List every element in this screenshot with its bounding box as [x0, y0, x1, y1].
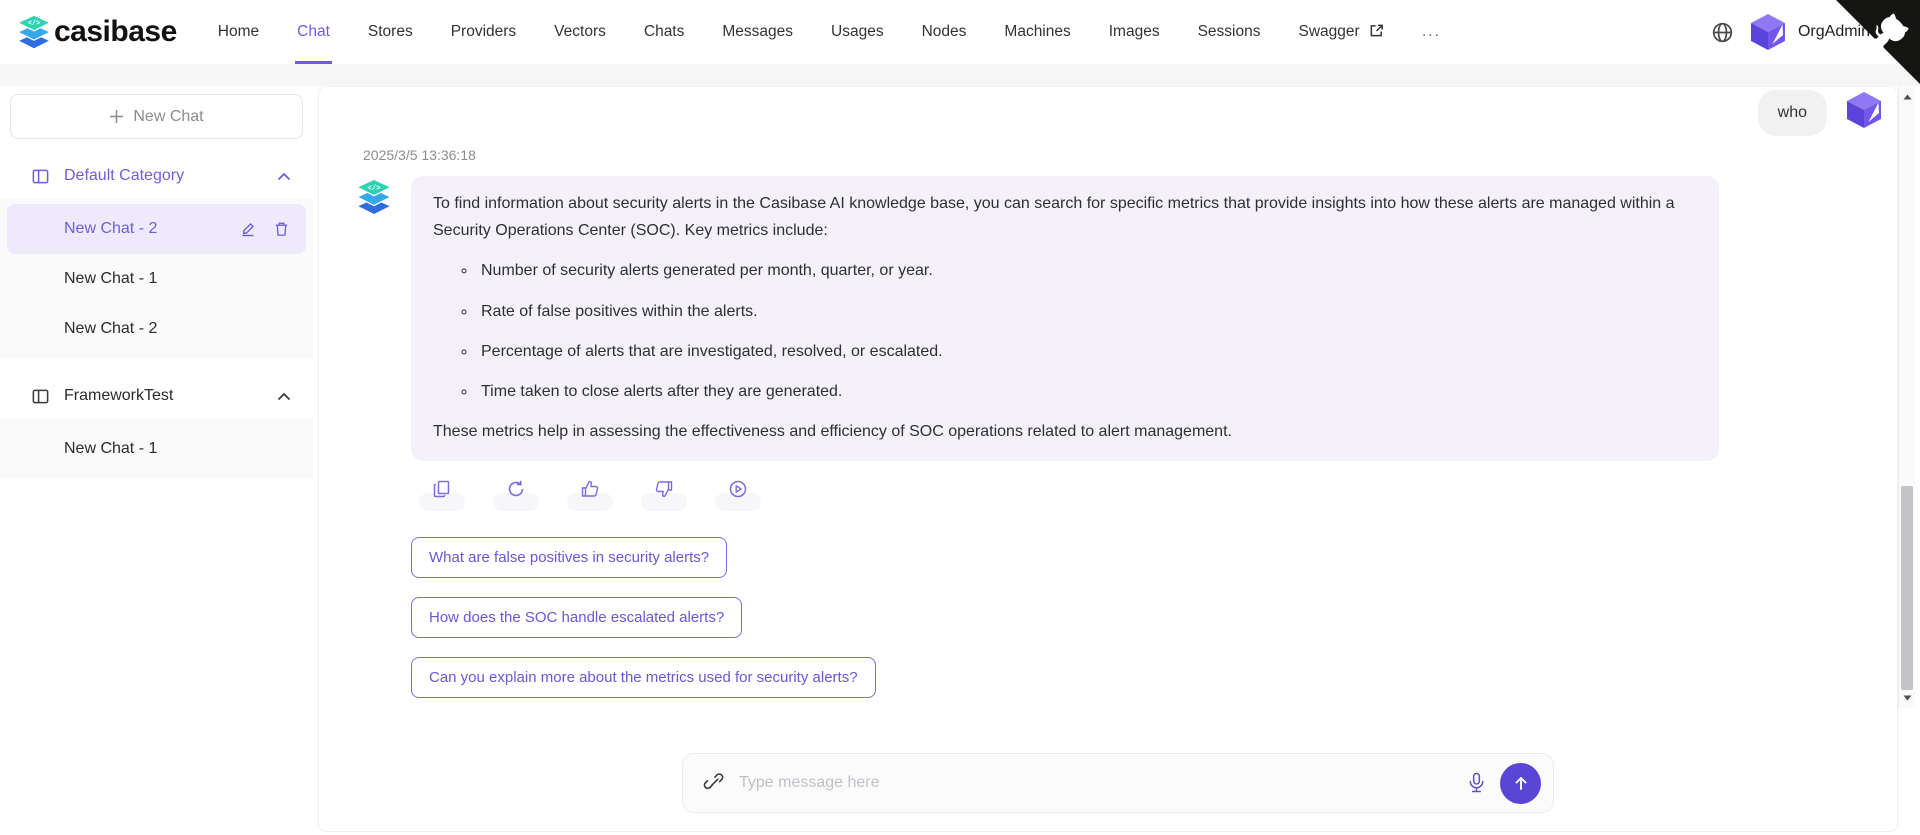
nav-swagger-label: Swagger	[1299, 23, 1360, 40]
suggestion-button[interactable]: How does the SOC handle escalated alerts…	[411, 597, 742, 638]
regenerate-button[interactable]	[493, 479, 539, 511]
bullet-item: Percentage of alerts that are investigat…	[477, 338, 1697, 365]
copy-button[interactable]	[419, 479, 465, 511]
nav-sessions[interactable]: Sessions	[1179, 0, 1280, 64]
assistant-avatar-casibase-icon: </>	[353, 176, 395, 218]
top-navbar: </> casibase Home Chat Stores Providers …	[0, 0, 1920, 64]
play-circle-icon	[728, 479, 748, 499]
chat-group-default: New Chat - 2 New Chat - 1 New Chat - 2	[0, 199, 313, 359]
read-aloud-button[interactable]	[715, 479, 761, 511]
category-default[interactable]: Default Category	[0, 153, 313, 199]
nav-chats[interactable]: Chats	[625, 0, 704, 64]
github-corner-octocat-icon[interactable]	[1836, 0, 1920, 84]
bullet-item: Rate of false positives within the alert…	[477, 298, 1697, 325]
nav-machines[interactable]: Machines	[985, 0, 1089, 64]
casibase-logo[interactable]: </> casibase	[14, 12, 177, 52]
scroll-down-arrow[interactable]	[1899, 689, 1916, 706]
suggestion-button[interactable]: Can you explain more about the metrics u…	[411, 657, 876, 698]
new-chat-label: New Chat	[133, 108, 203, 126]
arrow-up-icon	[1512, 774, 1530, 792]
category-frameworktest[interactable]: FrameworkTest	[0, 373, 313, 419]
chat-item[interactable]: New Chat - 1	[0, 254, 313, 304]
assistant-intro: To find information about security alert…	[433, 190, 1697, 244]
like-button[interactable]	[567, 479, 613, 511]
microphone-icon[interactable]	[1467, 772, 1486, 794]
chat-item-label: New Chat - 2	[64, 220, 239, 238]
nav-more[interactable]: ...	[1403, 0, 1460, 64]
external-link-icon	[1369, 23, 1384, 38]
nav-messages[interactable]: Messages	[703, 0, 812, 64]
assistant-message-row: </> To find information about security a…	[353, 176, 1719, 461]
suggestion-button[interactable]: What are false positives in security ale…	[411, 537, 727, 578]
nav-swagger[interactable]: Swagger	[1280, 0, 1404, 64]
nav-nodes[interactable]: Nodes	[903, 0, 986, 64]
user-message-bubble: who	[1758, 90, 1827, 136]
message-input[interactable]	[739, 774, 1467, 792]
chat-panel: who 2025/3/5 13:36:18 </> To find inform…	[318, 86, 1898, 832]
regenerate-icon	[506, 479, 526, 499]
category-panel-icon	[31, 387, 50, 406]
attach-link-icon[interactable]	[703, 773, 724, 794]
language-globe-icon[interactable]	[1711, 21, 1734, 44]
message-actions	[419, 479, 761, 511]
nav-usages[interactable]: Usages	[812, 0, 903, 64]
chat-sidebar: New Chat Default Category New Chat - 2	[0, 86, 313, 835]
scroll-up-arrow[interactable]	[1899, 88, 1916, 105]
category-label: FrameworkTest	[64, 387, 263, 405]
user-avatar-cube-icon	[1748, 12, 1788, 52]
collapse-caret-icon[interactable]	[277, 172, 291, 181]
message-timestamp: 2025/3/5 13:36:18	[363, 147, 476, 163]
chat-item[interactable]: New Chat - 2	[0, 304, 313, 354]
nav-images[interactable]: Images	[1090, 0, 1179, 64]
send-button[interactable]	[1500, 763, 1541, 804]
svg-text:</>: </>	[28, 20, 40, 28]
assistant-message-bubble: To find information about security alert…	[411, 176, 1719, 461]
user-avatar-cube-icon	[1844, 90, 1884, 130]
thumbs-down-icon	[654, 479, 674, 499]
nav-vectors[interactable]: Vectors	[535, 0, 625, 64]
copy-icon	[432, 479, 452, 499]
chat-item-label: New Chat - 1	[64, 270, 297, 288]
bullet-item: Time taken to close alerts after they ar…	[477, 378, 1697, 405]
chat-group-frameworktest: New Chat - 1	[0, 419, 313, 479]
casibase-logo-icon: </>	[14, 12, 54, 52]
nav-home[interactable]: Home	[199, 0, 278, 64]
chat-item-label: New Chat - 1	[64, 440, 297, 458]
thumbs-up-icon	[580, 479, 600, 499]
category-panel-icon	[31, 167, 50, 186]
page-background-band	[0, 64, 1920, 86]
plus-icon	[109, 109, 124, 124]
chat-item-selected[interactable]: New Chat - 2	[7, 204, 306, 254]
new-chat-button[interactable]: New Chat	[10, 94, 303, 139]
scrollbar-thumb[interactable]	[1901, 486, 1913, 690]
chat-item-label: New Chat - 2	[64, 320, 297, 338]
assistant-bullet-list: Number of security alerts generated per …	[433, 257, 1697, 405]
nav-providers[interactable]: Providers	[432, 0, 535, 64]
dislike-button[interactable]	[641, 479, 687, 511]
svg-text:</>: </>	[368, 185, 381, 193]
delete-chat-icon[interactable]	[273, 220, 290, 238]
collapse-caret-icon[interactable]	[277, 392, 291, 401]
message-composer	[682, 753, 1554, 813]
assistant-outro: These metrics help in assessing the effe…	[433, 418, 1697, 445]
chat-item[interactable]: New Chat - 1	[0, 424, 313, 474]
nav-chat[interactable]: Chat	[278, 0, 349, 64]
category-label: Default Category	[64, 167, 263, 185]
user-message-row: who	[1758, 90, 1884, 136]
bullet-item: Number of security alerts generated per …	[477, 257, 1697, 284]
main-menu: Home Chat Stores Providers Vectors Chats…	[199, 0, 1460, 64]
chat-scrollbar[interactable]	[1898, 86, 1915, 708]
edit-chat-icon[interactable]	[239, 220, 257, 238]
nav-stores[interactable]: Stores	[349, 0, 432, 64]
brand-name: casibase	[54, 15, 177, 49]
suggested-questions: What are false positives in security ale…	[411, 537, 876, 698]
